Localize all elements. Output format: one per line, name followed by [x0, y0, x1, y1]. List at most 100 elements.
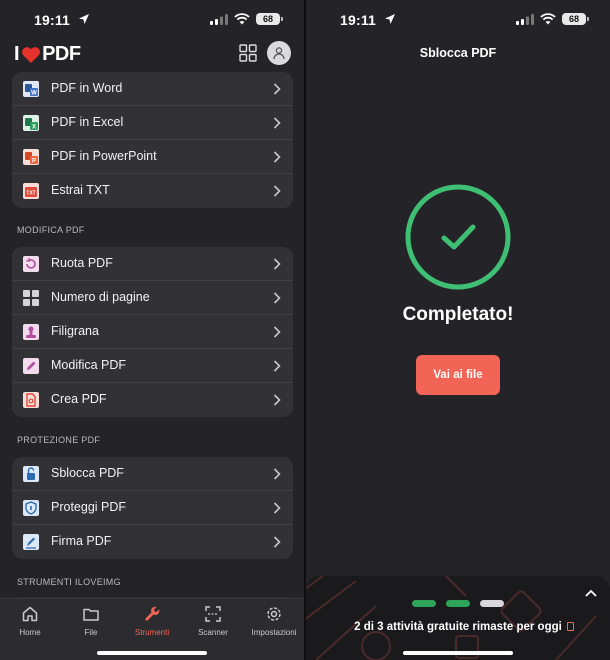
tool-row[interactable]: Modifica PDF	[12, 349, 293, 383]
unlock-result-screen: 19:11 68 Sblocca PDF Completato! Vai ai …	[306, 0, 610, 660]
settings-gear-icon	[267, 607, 281, 621]
brand-prefix: I	[14, 43, 20, 65]
tool-label: Numero di pagine	[51, 290, 150, 304]
tool-label: Filigrana	[51, 324, 99, 338]
tab-label: File	[84, 628, 98, 637]
banner-pattern	[306, 576, 597, 660]
scanner-icon	[205, 606, 221, 622]
chevron-right-icon	[273, 326, 281, 338]
grid-view-icon[interactable]	[239, 44, 257, 62]
success-check-icon	[405, 184, 511, 290]
tools-screen: 19:11 68 I PDF W PDF in Word X PDF in Ex…	[0, 0, 304, 660]
tool-label: PDF in Excel	[51, 115, 124, 129]
home-icon	[22, 606, 38, 622]
chevron-right-icon	[273, 360, 281, 372]
section-title: MODIFICA PDF	[17, 225, 85, 235]
tool-label: Crea PDF	[51, 392, 107, 406]
brand-logo[interactable]: I PDF	[14, 43, 81, 66]
tab-home[interactable]: Home	[0, 605, 60, 637]
svg-text:X: X	[32, 125, 36, 131]
svg-text:W: W	[31, 91, 37, 97]
tool-row[interactable]: Filigrana	[12, 315, 293, 349]
tab-scanner[interactable]: Scanner	[183, 605, 243, 637]
wifi-icon	[234, 13, 250, 25]
watermark-icon	[23, 324, 39, 340]
tool-row[interactable]: P PDF in PowerPoint	[12, 140, 293, 174]
battery-indicator: 68	[562, 13, 589, 25]
page-numbers-icon	[23, 290, 39, 306]
tool-row[interactable]: Numero di pagine	[12, 281, 293, 315]
convert-card: W PDF in Word X PDF in Excel P PDF in Po…	[12, 72, 293, 208]
chevron-right-icon	[273, 292, 281, 304]
tool-label: Sblocca PDF	[51, 466, 124, 480]
tool-row[interactable]: Firma PDF	[12, 525, 293, 559]
tool-label: PDF in PowerPoint	[51, 149, 157, 163]
chevron-right-icon	[273, 151, 281, 163]
tab-label: Home	[19, 628, 41, 637]
completed-message: Completato!	[402, 304, 514, 325]
svg-text:P: P	[32, 159, 36, 165]
signal-icon	[210, 13, 228, 25]
free-tasks-banner[interactable]: 2 di 3 attività gratuite rimaste per ogg…	[306, 576, 610, 660]
signal-icon	[516, 13, 534, 25]
tool-row[interactable]: Sblocca PDF	[12, 457, 293, 491]
chevron-right-icon	[273, 468, 281, 480]
go-to-files-button[interactable]: Vai ai file	[416, 355, 500, 395]
tool-label: PDF in Word	[51, 81, 123, 95]
tool-row[interactable]: W PDF in Word	[12, 72, 293, 106]
home-indicator	[97, 651, 207, 655]
unlock-icon	[23, 466, 39, 482]
tab-file[interactable]: File	[61, 605, 121, 637]
tool-row[interactable]: TXT Estrai TXT	[12, 174, 293, 208]
protection-card: Sblocca PDF Proteggi PDF Firma PDF	[12, 457, 293, 559]
chevron-right-icon	[273, 536, 281, 548]
svg-text:TXT: TXT	[26, 191, 35, 197]
section-title: PROTEZIONE PDF	[17, 435, 101, 445]
tab-impostazioni[interactable]: Impostazioni	[244, 605, 304, 637]
chevron-right-icon	[273, 185, 281, 197]
battery-indicator: 68	[256, 13, 283, 25]
tool-label: Modifica PDF	[51, 358, 127, 372]
tab-label: Scanner	[198, 628, 228, 637]
chevron-right-icon	[273, 258, 281, 270]
usage-dots	[412, 600, 504, 607]
home-indicator	[403, 651, 513, 655]
status-time: 19:11	[34, 12, 71, 28]
txt-icon: TXT	[23, 183, 39, 199]
chevron-right-icon	[273, 502, 281, 514]
tab-label: Strumenti	[134, 628, 170, 637]
user-icon	[273, 47, 285, 60]
tool-row[interactable]: Proteggi PDF	[12, 491, 293, 525]
edit-card: Ruota PDF Numero di pagine Filigrana Mod…	[12, 247, 293, 417]
decorative-square	[567, 622, 574, 631]
avatar[interactable]	[267, 41, 291, 65]
chevron-up-icon[interactable]	[584, 588, 598, 598]
tool-row[interactable]: X PDF in Excel	[12, 106, 293, 140]
word-icon: W	[23, 81, 39, 97]
tool-row[interactable]: Ruota PDF	[12, 247, 293, 281]
heart-icon	[22, 46, 41, 63]
wrench-icon	[145, 606, 160, 621]
location-arrow-icon	[385, 14, 395, 24]
tool-label: Proteggi PDF	[51, 500, 127, 514]
app-header: I PDF	[0, 40, 304, 68]
usage-dot	[446, 600, 470, 607]
usage-dot	[480, 600, 504, 607]
chevron-right-icon	[273, 394, 281, 406]
tools-list[interactable]: W PDF in Word X PDF in Excel P PDF in Po…	[0, 70, 304, 598]
protect-icon	[23, 500, 39, 516]
tool-label: Ruota PDF	[51, 256, 113, 270]
tool-row[interactable]: Crea PDF	[12, 383, 293, 417]
section-title: STRUMENTI ILOVEIMG	[17, 577, 121, 587]
free-tasks-text: 2 di 3 attività gratuite rimaste per ogg…	[354, 621, 562, 633]
tab-bar: Home File Strumenti Scanner Impostazioni	[0, 598, 304, 660]
tool-label: Estrai TXT	[51, 183, 110, 197]
page-title: Sblocca PDF	[419, 46, 497, 60]
excel-icon: X	[23, 115, 39, 131]
sign-icon	[23, 534, 39, 550]
status-time: 19:11	[340, 12, 377, 28]
status-bar: 19:11 68	[0, 0, 304, 40]
tab-strumenti[interactable]: Strumenti	[122, 605, 182, 637]
wifi-icon	[540, 13, 556, 25]
powerpoint-icon: P	[23, 149, 39, 165]
